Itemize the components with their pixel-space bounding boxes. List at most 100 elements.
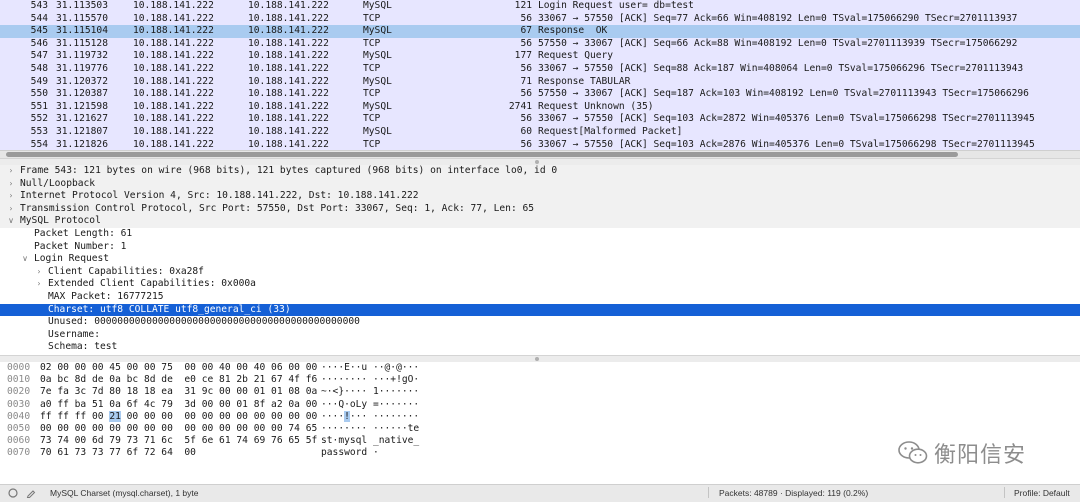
packet-destination: 10.188.141.222	[248, 75, 329, 87]
packet-source: 10.188.141.222	[133, 50, 214, 62]
packet-time: 31.120387	[56, 88, 108, 100]
packet-info: 33067 → 57550 [ACK] Seq=103 Ack=2872 Win…	[538, 113, 1035, 125]
detail-row[interactable]: Packet Length: 61	[0, 228, 1080, 241]
hex-offset: 0010	[7, 374, 31, 386]
hex-byte-highlight: 21	[109, 410, 121, 422]
hex-ascii: ········ ······te	[321, 423, 419, 435]
packet-number: 554	[30, 138, 48, 150]
detail-row[interactable]: › Client Capabilities: 0xa28f	[0, 266, 1080, 279]
hex-row[interactable]: 0030 a0 ff ba 51 0a 6f 4c 79 3d 00 00 01 …	[0, 399, 1080, 411]
capture-comment-icon[interactable]	[26, 488, 36, 498]
detail-text: Extended Client Capabilities: 0x000a	[48, 278, 256, 290]
chevron-right-icon[interactable]: ›	[34, 278, 44, 291]
packet-row[interactable]: 546 31.115128 10.188.141.222 10.188.141.222…	[0, 37, 1080, 51]
packet-number: 547	[30, 50, 48, 62]
detail-row[interactable]: › Null/Loopback	[0, 177, 1080, 191]
chevron-down-icon[interactable]: ∨	[6, 215, 16, 228]
chevron-right-icon[interactable]: ›	[34, 266, 44, 279]
detail-row[interactable]: Charset: utf8 COLLATE utf8_general_ci (3…	[0, 303, 1080, 317]
packet-length: 56	[520, 62, 532, 74]
status-packet-counts: Packets: 48789 · Displayed: 119 (0.2%)	[719, 488, 869, 498]
packet-destination: 10.188.141.222	[248, 37, 329, 49]
packet-length: 56	[520, 138, 532, 150]
detail-row[interactable]: ∨ MySQL Protocol	[0, 215, 1080, 228]
packet-protocol: TCP	[363, 138, 381, 150]
packet-destination: 10.188.141.222	[248, 138, 329, 150]
packet-row[interactable]: 544 31.115570 10.188.141.222 10.188.141.222…	[0, 12, 1080, 26]
packet-row[interactable]: 549 31.120372 10.188.141.222 10.188.141.222…	[0, 75, 1080, 89]
packet-protocol: TCP	[363, 113, 381, 125]
chevron-right-icon[interactable]: ›	[6, 203, 16, 216]
hex-row[interactable]: 0010 0a bc 8d de 0a bc 8d de e0 ce 81 2b …	[0, 374, 1080, 386]
hex-ascii: ····E··u ··@·@···	[321, 362, 419, 374]
detail-row[interactable]: › Internet Protocol Version 4, Src: 10.18…	[0, 190, 1080, 203]
hex-bytes: 70 61 73 73 77 6f 72 64 00	[40, 447, 196, 459]
packet-protocol: MySQL	[363, 25, 392, 37]
packet-row[interactable]: 543 31.113503 10.188.141.222 10.188.141.222…	[0, 0, 1080, 13]
chevron-down-icon[interactable]: ∨	[20, 253, 30, 266]
detail-row[interactable]: ∨ Login Request	[0, 253, 1080, 266]
packet-row[interactable]: 550 31.120387 10.188.141.222 10.188.141.222…	[0, 88, 1080, 101]
packet-time: 31.115104	[56, 25, 108, 37]
packet-number: 545	[30, 25, 48, 37]
packet-number: 549	[30, 75, 48, 87]
packet-details-tree[interactable]: › Frame 543: 121 bytes on wire (968 bits)…	[0, 165, 1080, 355]
hex-row[interactable]: 0000 02 00 00 00 45 00 00 75 00 00 40 00 …	[0, 362, 1080, 374]
packet-source: 10.188.141.222	[133, 62, 214, 74]
hex-row[interactable]: 0040 ff ff ff 00 21 00 00 00 00 00 00 00 …	[0, 410, 1080, 423]
packet-number: 553	[30, 125, 48, 137]
packet-protocol: MySQL	[363, 125, 392, 137]
packet-time: 31.121826	[56, 138, 108, 150]
packet-row[interactable]: 551 31.121598 10.188.141.222 10.188.141.222…	[0, 100, 1080, 114]
ascii-text: ~·<}···· 1·······	[321, 386, 420, 398]
packet-destination: 10.188.141.222	[248, 50, 329, 62]
splitter-grip[interactable]	[535, 160, 539, 164]
ascii-text: ····E··u ··@·@···	[321, 362, 420, 373]
detail-row[interactable]: › Frame 543: 121 bytes on wire (968 bits)…	[0, 165, 1080, 178]
hex-row[interactable]: 0050 00 00 00 00 00 00 00 00 00 00 00 00 …	[0, 423, 1080, 435]
detail-row[interactable]: Packet Number: 1	[0, 241, 1080, 254]
packet-length: 56	[520, 37, 532, 49]
packet-number: 548	[30, 62, 48, 74]
detail-row[interactable]: Unused: 00000000000000000000000000000000…	[0, 316, 1080, 329]
packet-row[interactable]: 545 31.115104 10.188.141.222 10.188.141.222…	[0, 25, 1080, 38]
hex-offset: 0020	[7, 386, 31, 398]
hex-offset: 0060	[7, 435, 31, 447]
detail-row[interactable]: MAX Packet: 16777215	[0, 291, 1080, 304]
chevron-right-icon[interactable]: ›	[6, 190, 16, 203]
status-profile[interactable]: Profile: Default	[1014, 488, 1070, 498]
packet-info: Response OK	[538, 25, 608, 37]
detail-row[interactable]: › Extended Client Capabilities: 0x000a	[0, 278, 1080, 291]
splitter-grip[interactable]	[535, 357, 539, 361]
detail-text: Charset: utf8 COLLATE utf8_general_ci (3…	[48, 303, 291, 315]
packet-source: 10.188.141.222	[133, 75, 214, 87]
hex-offset: 0030	[7, 398, 31, 410]
detail-text: Internet Protocol Version 4, Src: 10.188…	[20, 190, 419, 202]
packet-protocol: TCP	[363, 88, 381, 100]
hex-ascii: ~·<}···· 1·······	[321, 386, 419, 398]
packet-number: 551	[30, 100, 48, 112]
packet-info: Request Unknown (35)	[538, 100, 654, 112]
packet-list[interactable]: 543 31.113503 10.188.141.222 10.188.141.222…	[0, 0, 1080, 150]
expert-info-icon[interactable]	[8, 488, 18, 498]
hex-offset: 0040	[7, 410, 31, 422]
hex-ascii: password ·	[321, 447, 379, 459]
scrollbar-thumb[interactable]	[6, 152, 958, 157]
chevron-right-icon[interactable]: ›	[6, 178, 16, 191]
hex-ascii: st·mysql _native_	[321, 435, 419, 447]
detail-row[interactable]: › Transmission Control Protocol, Src Port…	[0, 202, 1080, 216]
packet-time: 31.113503	[56, 0, 108, 11]
hex-bytes-text: 00 00 00 00 00 00 00 00 00 00 00	[120, 410, 318, 422]
detail-row[interactable]: Schema: test	[0, 341, 1080, 354]
detail-text: Schema: test	[48, 341, 118, 353]
hex-row[interactable]: 0020 7e fa 3c 7d 80 18 18 ea 31 9c 00 00 …	[0, 386, 1080, 398]
packet-row[interactable]: 554 31.121826 10.188.141.222 10.188.141.222…	[0, 138, 1080, 150]
chevron-right-icon[interactable]: ›	[6, 165, 16, 178]
packet-row[interactable]: 548 31.119776 10.188.141.222 10.188.141.222…	[0, 62, 1080, 76]
detail-row[interactable]: Username:	[0, 329, 1080, 342]
packet-row[interactable]: 552 31.121627 10.188.141.222 10.188.141.222…	[0, 113, 1080, 126]
packet-row[interactable]: 547 31.119732 10.188.141.222 10.188.141.222…	[0, 50, 1080, 63]
hex-bytes-text: a0 ff ba 51 0a 6f 4c 79 3d 00 00 01 8f a…	[40, 398, 318, 410]
packet-row[interactable]: 553 31.121807 10.188.141.222 10.188.141.222…	[0, 125, 1080, 139]
packet-destination: 10.188.141.222	[248, 0, 329, 11]
